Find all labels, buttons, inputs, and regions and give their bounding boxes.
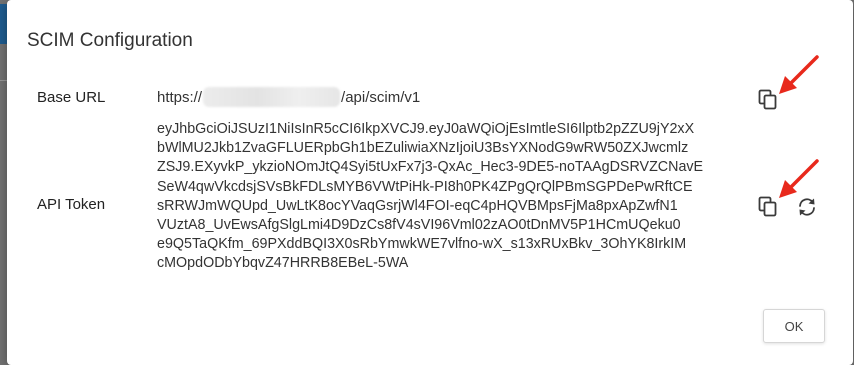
token-line: SeW4qwVkcdsjSVsBkFDLsMYB6VWtPiHk-PI8h0PK…: [157, 178, 693, 195]
scim-configuration-dialog: SCIM Configuration Base URL https:// /api…: [7, 0, 853, 365]
base-url-value: https:// /api/scim/v1: [157, 86, 421, 107]
token-line: eyJhbGciOiJSUzI1NiIsInR5cCI6IkpXVCJ9.eyJ…: [157, 121, 695, 137]
red-arrow-annotation: [779, 159, 819, 198]
api-token-value: eyJhbGciOiJSUzI1NiIsInR5cCI6IkpXVCJ9.eyJ…: [157, 120, 757, 274]
token-line: bWlMU2Jkb1ZvaGFLUERpbGh1bEZuliwiaXNzIjoi…: [157, 140, 689, 157]
token-line: e9Q5TaQKfm_69PXddBQI3X0sRbYmwkWE7vlfno-w…: [157, 236, 687, 253]
token-line: VUztA8_UvEwsAfgSlgLmi4D9DzCs8fV4sVI96Vml…: [157, 217, 681, 234]
token-line: cMOpdODbYbqvZ47HRRB8EBeL-5WA: [157, 255, 409, 272]
ok-button[interactable]: OK: [763, 309, 825, 343]
red-arrow-annotation: [779, 55, 819, 94]
redacted-host: [203, 86, 341, 107]
dialog-title: SCIM Configuration: [27, 30, 193, 51]
api-token-label: API Token: [37, 196, 106, 213]
refresh-icon[interactable]: [796, 196, 818, 218]
token-line: sRRWJmWQUpd_UwLtK8ocYVaqGsrjWl4FOI-eqC4p…: [157, 197, 678, 214]
token-line: ZSJ9.EXyvkP_ykzioNOmJtQ4Syi5tUxFx7j3-QxA…: [157, 159, 704, 176]
base-url-prefix: https://: [157, 89, 203, 106]
base-url-label: Base URL: [37, 89, 106, 106]
base-url-suffix: /api/scim/v1: [341, 89, 421, 106]
